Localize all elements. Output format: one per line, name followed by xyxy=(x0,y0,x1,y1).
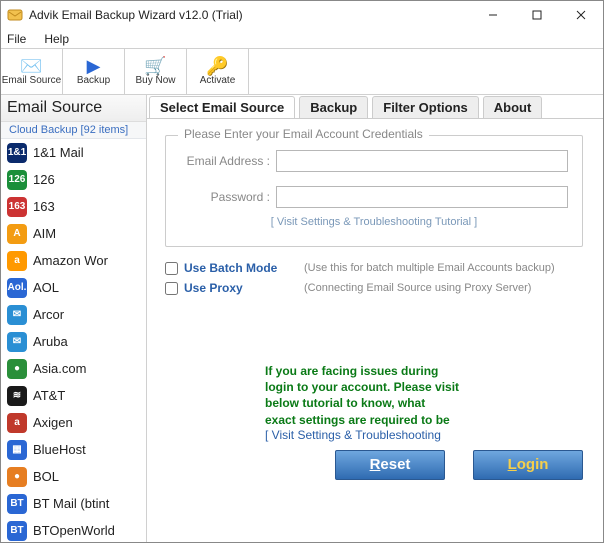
batch-mode-hint: (Use this for batch multiple Email Accou… xyxy=(304,262,555,274)
list-item[interactable]: a Amazon Wor xyxy=(1,247,146,274)
login-button[interactable]: Login xyxy=(473,450,583,480)
provider-icon: ✉ xyxy=(7,332,27,352)
sidebar-title: Email Source xyxy=(1,95,146,122)
provider-label: 163 xyxy=(33,199,55,214)
fieldset-legend: Please Enter your Email Account Credenti… xyxy=(178,127,429,141)
main-panel: Select Email Source Backup Filter Option… xyxy=(147,95,603,542)
help-text: exact settings are required to be xyxy=(265,412,505,428)
provider-label: BOL xyxy=(33,469,59,484)
provider-icon: ● xyxy=(7,359,27,379)
password-label: Password : xyxy=(180,190,276,204)
list-item[interactable]: ● BOL xyxy=(1,463,146,490)
provider-icon: ▦ xyxy=(7,440,27,460)
batch-mode-label: Use Batch Mode xyxy=(184,261,304,275)
toolbar-label: Email Source xyxy=(2,75,61,86)
tab-backup[interactable]: Backup xyxy=(299,96,368,118)
help-text: If you are facing issues during xyxy=(265,363,505,379)
list-item[interactable]: 1&1 1&1 Mail xyxy=(1,139,146,166)
provider-icon: a xyxy=(7,251,27,271)
provider-label: 1&1 Mail xyxy=(33,145,84,160)
provider-label: Aruba xyxy=(33,334,68,349)
toolbar-backup[interactable]: ▶ Backup xyxy=(63,48,125,94)
proxy-hint: (Connecting Email Source using Proxy Ser… xyxy=(304,282,531,294)
provider-icon: a xyxy=(7,413,27,433)
list-item[interactable]: Aol. AOL xyxy=(1,274,146,301)
provider-icon: ✉ xyxy=(7,305,27,325)
help-text: login to your account. Please visit xyxy=(265,379,505,395)
provider-icon: 126 xyxy=(7,170,27,190)
toolbar-label: Activate xyxy=(200,75,236,86)
provider-icon: 1&1 xyxy=(7,143,27,163)
toolbar-activate[interactable]: 🔑 Activate xyxy=(187,48,249,94)
toolbar-label: Backup xyxy=(77,75,110,86)
provider-icon: A xyxy=(7,224,27,244)
provider-icon: BT xyxy=(7,494,27,514)
menu-bar: File Help xyxy=(1,29,603,49)
close-button[interactable] xyxy=(559,1,603,29)
provider-label: BlueHost xyxy=(33,442,86,457)
provider-label: AIM xyxy=(33,226,56,241)
provider-icon: ● xyxy=(7,467,27,487)
tab-select-email-source[interactable]: Select Email Source xyxy=(149,96,295,118)
title-bar: Advik Email Backup Wizard v12.0 (Trial) xyxy=(1,1,603,29)
provider-label: 126 xyxy=(33,172,55,187)
proxy-checkbox[interactable] xyxy=(165,282,178,295)
batch-mode-checkbox[interactable] xyxy=(165,262,178,275)
provider-icon: Aol. xyxy=(7,278,27,298)
list-item[interactable]: BT BT Mail (btint xyxy=(1,490,146,517)
provider-icon: BT xyxy=(7,521,27,541)
toolbar-buy-now[interactable]: 🛒 Buy Now xyxy=(125,48,187,94)
tab-about[interactable]: About xyxy=(483,96,543,118)
minimize-button[interactable] xyxy=(471,1,515,29)
sidebar: Email Source Cloud Backup [92 items] 1&1… xyxy=(1,95,147,542)
key-icon: 🔑 xyxy=(206,57,228,75)
play-icon: ▶ xyxy=(87,57,101,75)
list-item[interactable]: ● Asia.com xyxy=(1,355,146,382)
maximize-button[interactable] xyxy=(515,1,559,29)
list-item[interactable]: 163 163 xyxy=(1,193,146,220)
provider-icon: 163 xyxy=(7,197,27,217)
help-block: If you are facing issues during login to… xyxy=(265,363,505,442)
window-title: Advik Email Backup Wizard v12.0 (Trial) xyxy=(29,8,471,22)
cart-icon: 🛒 xyxy=(144,57,166,75)
provider-label: BTOpenWorld xyxy=(33,523,115,538)
list-item[interactable]: ✉ Arcor xyxy=(1,301,146,328)
toolbar: ✉️ Email Source ▶ Backup 🛒 Buy Now 🔑 Act… xyxy=(1,49,603,95)
list-item[interactable]: a Axigen xyxy=(1,409,146,436)
menu-help[interactable]: Help xyxy=(44,32,69,46)
app-icon xyxy=(7,7,23,23)
sidebar-subtitle[interactable]: Cloud Backup [92 items] xyxy=(1,122,146,139)
provider-label: BT Mail (btint xyxy=(33,496,109,511)
proxy-label: Use Proxy xyxy=(184,281,304,295)
list-item[interactable]: ✉ Aruba xyxy=(1,328,146,355)
tabs: Select Email Source Backup Filter Option… xyxy=(147,95,603,119)
provider-label: AOL xyxy=(33,280,59,295)
provider-icon: ≋ xyxy=(7,386,27,406)
password-input[interactable] xyxy=(276,186,568,208)
provider-label: Arcor xyxy=(33,307,64,322)
help-text: below tutorial to know, what xyxy=(265,395,505,411)
list-item[interactable]: ≋ AT&T xyxy=(1,382,146,409)
provider-list: 1&1 1&1 Mail 126 126 163 163 A AIM a Amazon Wor Ao… xyxy=(1,139,146,542)
email-label: Email Address : xyxy=(180,154,276,168)
list-item[interactable]: ▦ BlueHost xyxy=(1,436,146,463)
help-link[interactable]: [ Visit Settings & Troubleshooting xyxy=(265,428,505,442)
provider-label: AT&T xyxy=(33,388,65,403)
email-input[interactable] xyxy=(276,150,568,172)
menu-file[interactable]: File xyxy=(7,32,26,46)
list-item[interactable]: BT BTOpenWorld xyxy=(1,517,146,542)
reset-button[interactable]: Reset xyxy=(335,450,445,480)
provider-label: Axigen xyxy=(33,415,73,430)
provider-label: Asia.com xyxy=(33,361,86,376)
list-item[interactable]: 126 126 xyxy=(1,166,146,193)
tab-filter-options[interactable]: Filter Options xyxy=(372,96,479,118)
list-item[interactable]: A AIM xyxy=(1,220,146,247)
toolbar-label: Buy Now xyxy=(135,75,175,86)
credentials-fieldset: Please Enter your Email Account Credenti… xyxy=(165,135,583,247)
email-icon: ✉️ xyxy=(20,57,42,75)
tutorial-link[interactable]: [ Visit Settings & Troubleshooting Tutor… xyxy=(180,216,568,228)
toolbar-email-source[interactable]: ✉️ Email Source xyxy=(1,48,63,94)
provider-label: Amazon Wor xyxy=(33,253,108,268)
